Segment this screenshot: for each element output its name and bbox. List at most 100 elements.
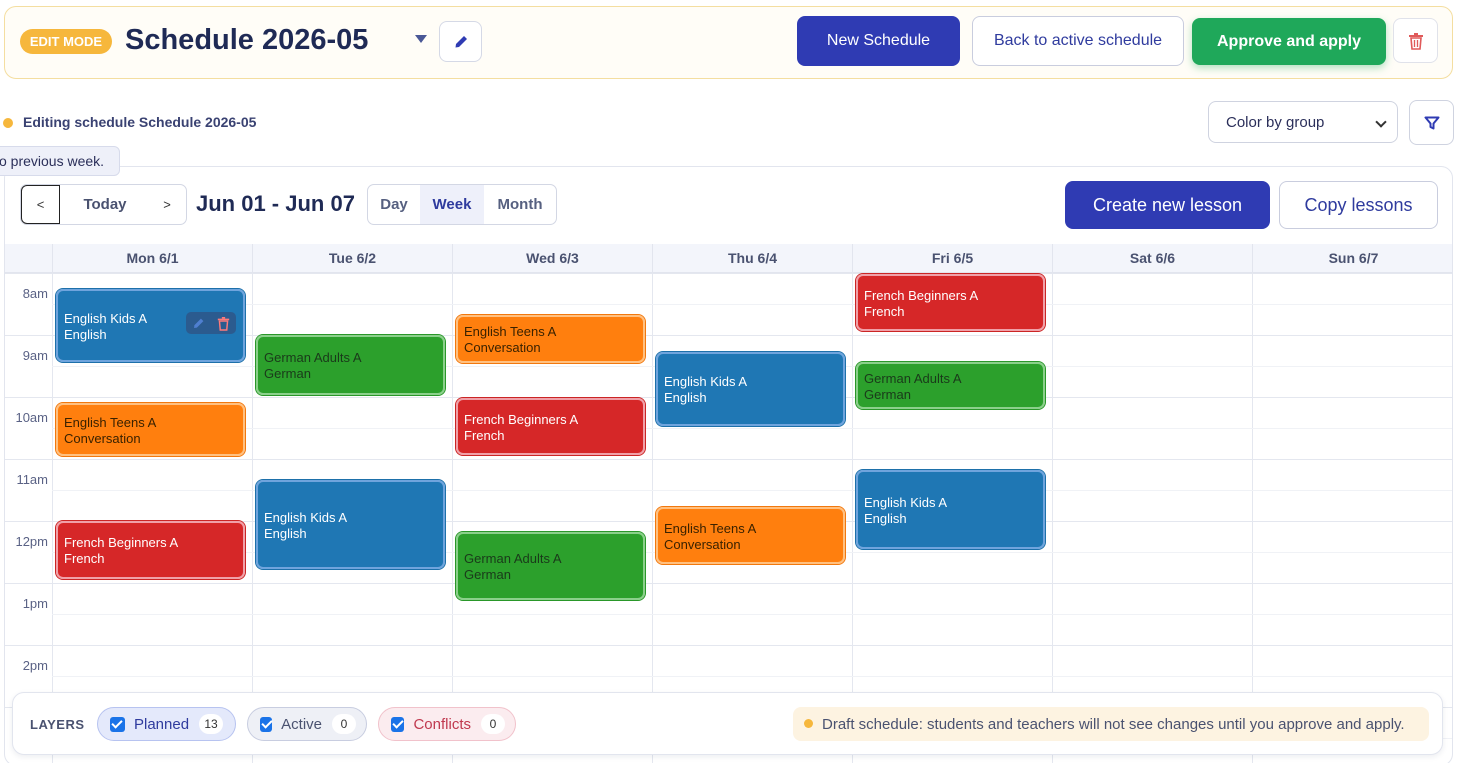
lesson-event[interactable]: French Beginners A French	[855, 273, 1046, 332]
layers-bar: LAYERS Planned 13 Active 0 Conflicts 0 D…	[12, 692, 1443, 755]
lesson-event[interactable]: French Beginners A French	[455, 397, 646, 456]
edit-lesson-icon[interactable]	[192, 317, 205, 330]
lesson-subject: Conversation	[464, 340, 541, 355]
create-lesson-button[interactable]: Create new lesson	[1065, 181, 1270, 229]
copy-lessons-button[interactable]: Copy lessons	[1279, 181, 1438, 229]
week-grid: Mon 6/1 Tue 6/2 Wed 6/3 Thu 6/4 Fri 6/5 Sat 6…	[5, 244, 1453, 763]
date-range-title: Jun 01 - Jun 07	[196, 191, 355, 216]
previous-week-tooltip: o previous week.	[0, 146, 120, 176]
lesson-group: French Beginners A	[464, 412, 579, 427]
lesson-group: English Kids A	[664, 374, 748, 389]
day-header: Sun 6/7	[1252, 244, 1452, 273]
pen-icon	[455, 35, 467, 47]
schedule-header: EDIT MODE Schedule 2026-05 New Schedule …	[4, 6, 1453, 79]
lesson-event[interactable]: French Beginners A French	[55, 520, 246, 580]
hour-gridline	[5, 645, 1452, 646]
delete-lesson-icon[interactable]	[217, 316, 230, 331]
checkbox-checked-icon	[110, 716, 125, 732]
lesson-group: English Kids A	[264, 510, 348, 525]
hour-label: 10am	[15, 410, 48, 425]
half-hour-gridline	[52, 676, 1452, 677]
day-header: Wed 6/3	[452, 244, 652, 273]
layer-active-count: 0	[332, 714, 356, 734]
layer-conflicts-count: 0	[481, 714, 505, 734]
previous-week-button[interactable]: <	[21, 185, 60, 224]
lesson-event[interactable]: German Adults A German	[455, 531, 646, 601]
layers-label: LAYERS	[30, 717, 85, 732]
lesson-event[interactable]: German Adults A German	[255, 334, 446, 396]
lesson-event[interactable]: English Kids A English	[55, 288, 246, 363]
hour-gridline	[5, 583, 1452, 584]
day-header: Tue 6/2	[252, 244, 452, 273]
hour-label: 8am	[22, 286, 48, 301]
checkbox-checked-icon	[260, 716, 273, 732]
lesson-subject: English	[864, 511, 907, 526]
schedule-dropdown-caret-icon[interactable]	[415, 35, 427, 43]
half-hour-gridline	[52, 304, 1452, 305]
column-divider	[1252, 273, 1253, 763]
day-header: Sat 6/6	[1052, 244, 1252, 273]
hour-label: 12pm	[15, 534, 48, 549]
layer-planned-label: Planned	[134, 715, 190, 733]
next-week-button[interactable]: >	[149, 185, 185, 224]
day-header: Fri 6/5	[852, 244, 1052, 273]
lesson-subject: English	[264, 526, 307, 541]
hour-gridline	[5, 273, 1452, 274]
lesson-group: German Adults A	[264, 350, 362, 365]
half-hour-gridline	[52, 428, 1452, 429]
lesson-subject: French	[464, 428, 505, 443]
draft-notice-text: Draft schedule: students and teachers wi…	[822, 715, 1405, 733]
back-to-active-button[interactable]: Back to active schedule	[972, 16, 1184, 66]
draft-notice: Draft schedule: students and teachers wi…	[793, 707, 1429, 741]
filter-icon	[1424, 116, 1439, 129]
lesson-event[interactable]: English Teens A Conversation	[55, 402, 246, 457]
lesson-group: German Adults A	[864, 371, 962, 386]
lesson-event[interactable]: English Teens A Conversation	[655, 506, 846, 565]
new-schedule-button[interactable]: New Schedule	[797, 16, 960, 66]
column-divider	[52, 273, 53, 763]
calendar-card: < Today > Jun 01 - Jun 07 Day Week Month…	[4, 166, 1453, 763]
layer-planned-toggle[interactable]: Planned 13	[97, 707, 236, 741]
lesson-subject: French	[64, 551, 105, 566]
view-month-button[interactable]: Month	[484, 185, 556, 224]
hour-gridline	[5, 459, 1452, 460]
layer-conflicts-toggle[interactable]: Conflicts 0	[378, 707, 516, 741]
trash-icon	[1408, 32, 1423, 50]
color-by-select[interactable]: Color by group	[1208, 101, 1398, 143]
today-button[interactable]: Today	[69, 185, 141, 224]
lesson-subject: French	[864, 304, 905, 319]
lesson-group: French Beginners A	[864, 288, 979, 303]
lesson-subject: German	[464, 567, 511, 582]
view-switcher: Day Week Month	[367, 184, 557, 225]
lesson-group: English Kids A	[864, 495, 948, 510]
layer-conflicts-label: Conflicts	[413, 715, 471, 733]
hour-label: 11am	[16, 472, 48, 487]
week-navigation: < Today >	[20, 184, 187, 225]
lesson-subject: Conversation	[64, 431, 141, 446]
lesson-event[interactable]: English Kids A English	[655, 351, 846, 427]
delete-schedule-button[interactable]	[1393, 18, 1438, 63]
status-indicator-dot	[3, 118, 13, 128]
day-header: Mon 6/1	[52, 244, 252, 273]
column-divider	[1052, 273, 1053, 763]
column-divider	[852, 273, 853, 763]
layer-active-label: Active	[281, 715, 322, 733]
lesson-event[interactable]: English Kids A English	[255, 479, 446, 570]
checkbox-checked-icon	[391, 716, 405, 732]
lesson-event[interactable]: English Teens A Conversation	[455, 314, 646, 364]
lesson-subject: English	[664, 390, 707, 405]
view-week-button[interactable]: Week	[420, 185, 484, 224]
column-divider	[252, 273, 253, 763]
layer-active-toggle[interactable]: Active 0	[247, 707, 367, 741]
column-divider	[1452, 273, 1453, 763]
time-gutter-header	[5, 244, 52, 273]
schedule-title: Schedule 2026-05	[125, 24, 369, 56]
filter-button[interactable]	[1409, 100, 1454, 145]
rename-schedule-button[interactable]	[439, 21, 482, 62]
lesson-event[interactable]: English Kids A English	[855, 469, 1046, 550]
lesson-event[interactable]: German Adults A German	[855, 361, 1046, 410]
lesson-group: English Teens A	[664, 521, 757, 536]
approve-and-apply-button[interactable]: Approve and apply	[1192, 18, 1386, 65]
view-day-button[interactable]: Day	[368, 185, 420, 224]
hour-label: 1pm	[22, 596, 48, 611]
